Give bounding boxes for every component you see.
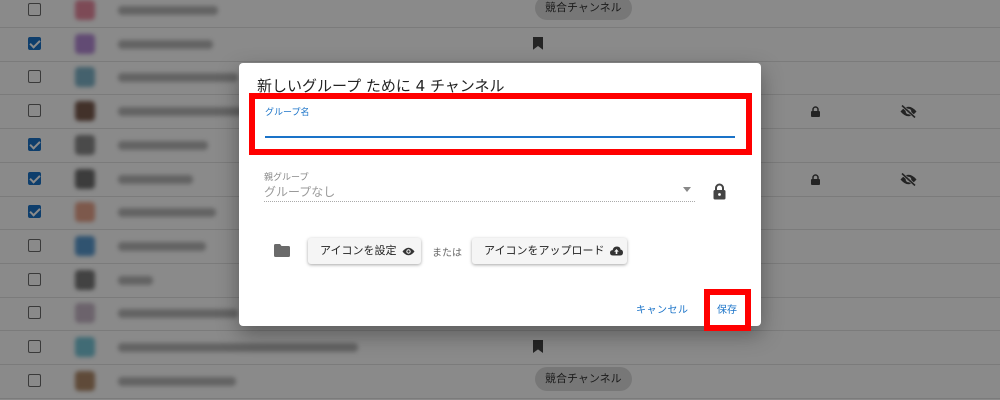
parent-group-select[interactable]: 親グループ グループなし <box>264 170 695 204</box>
group-name-highlight-box <box>249 93 752 155</box>
or-separator: または <box>432 248 462 259</box>
set-icon-button[interactable]: アイコンを設定 <box>308 238 421 264</box>
save-button-highlight-box <box>704 289 751 331</box>
upload-icon-button-label: アイコンをアップロード <box>484 244 605 257</box>
set-icon-button-label: アイコンを設定 <box>320 244 397 257</box>
cancel-button[interactable]: キャンセル <box>636 301 689 316</box>
parent-group-label: 親グループ <box>264 173 309 183</box>
eye-icon <box>402 247 415 255</box>
chevron-down-icon[interactable] <box>683 187 691 192</box>
parent-group-value: グループなし <box>264 185 336 199</box>
parent-group-underline <box>264 201 695 202</box>
cloud-upload-icon <box>610 246 624 256</box>
lock-icon[interactable] <box>713 183 726 200</box>
folder-icon <box>274 244 290 257</box>
upload-icon-button[interactable]: アイコンをアップロード <box>472 238 627 264</box>
